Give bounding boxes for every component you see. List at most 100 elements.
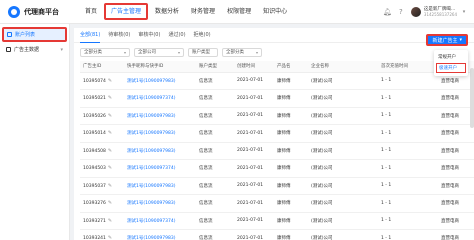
- account-type-select[interactable]: 账户类型: [188, 47, 218, 57]
- col-header[interactable]: 快手昵称与快手ID: [124, 61, 196, 73]
- edit-icon[interactable]: ✎: [108, 235, 112, 240]
- nav-advertiser-management[interactable]: 广告主管理: [104, 3, 149, 20]
- cell-text[interactable]: 测试1号(1090097983): [127, 79, 176, 84]
- cell-name[interactable]: 测试1号(1090097374): [124, 89, 196, 108]
- cell-text: 康师傅: [277, 201, 291, 207]
- cell-product: 康师傅: [274, 159, 308, 178]
- cell-recharge: 1 - 1: [378, 72, 438, 90]
- cell-name[interactable]: 测试1号(1090097983): [124, 177, 196, 195]
- app-logo[interactable]: 代理商平台: [0, 5, 80, 18]
- cell-name[interactable]: 测试1号(1090097983): [124, 142, 196, 160]
- cell-text[interactable]: 测试1号(1090097983): [127, 184, 176, 189]
- nav-permissions[interactable]: 权限管理: [222, 0, 256, 24]
- nav-finance[interactable]: 财务管理: [186, 0, 220, 24]
- vertical-scrollbar[interactable]: [470, 68, 474, 128]
- nav-home[interactable]: 首页: [80, 0, 102, 24]
- cell-text: 2021-07-01: [237, 130, 264, 136]
- table-row[interactable]: 10395037 ✎ 测试1号(1090097983) 信息流 2021-07-01 康师…: [80, 177, 474, 195]
- new-advertiser-button[interactable]: 新建广告主 ▾: [426, 34, 468, 46]
- edit-icon[interactable]: ✎: [108, 218, 112, 224]
- cell-industry: 直营电商: [438, 212, 474, 230]
- sidebar-item-advertiser-data[interactable]: 广告主数据 ▾: [0, 42, 69, 57]
- tab-approved[interactable]: 通过(0): [168, 28, 185, 43]
- cell-text[interactable]: 测试1号(1090097983): [127, 149, 176, 154]
- cell-date: 2021-07-01: [234, 72, 274, 90]
- tab-reviewing[interactable]: 审核中(0): [138, 28, 160, 43]
- cell-text: 2021-07-01: [237, 165, 264, 171]
- col-header[interactable]: 企业名称: [308, 61, 378, 73]
- cell-text[interactable]: 测试1号(1090097374): [127, 219, 176, 224]
- edit-icon[interactable]: ✎: [108, 113, 112, 119]
- cell-text: 1 - 1: [381, 130, 392, 136]
- cell-type: 信息流: [196, 159, 234, 178]
- user-menu[interactable]: 这是新厂牌喝... 3142558137264 ▾: [410, 7, 468, 17]
- table-row[interactable]: 10395021 ✎ 测试1号(1090097374) 信息流 2021-07-01 康师…: [80, 89, 474, 108]
- cell-text: (测试)公司: [311, 96, 333, 102]
- cell-text: (测试)公司: [311, 218, 333, 224]
- nav-knowledge-center[interactable]: 知识中心: [258, 0, 292, 24]
- cell-text[interactable]: 测试1号(1090097374): [127, 166, 176, 171]
- cell-name[interactable]: 测试1号(1090097983): [124, 72, 196, 90]
- table-row[interactable]: 10393276 ✎ 测试1号(1090097983) 信息流 2021-07-01 康师…: [80, 194, 474, 213]
- edit-icon[interactable]: ✎: [108, 148, 112, 154]
- bell-icon[interactable]: 🔔︎: [383, 8, 392, 16]
- table-row[interactable]: 10395074 ✎ 测试1号(1090097983) 信息流 2021-07-01 康师…: [80, 72, 474, 90]
- col-header[interactable]: 产品名: [274, 61, 308, 73]
- cell-product: 康师傅: [274, 177, 308, 195]
- col-header[interactable]: 首次充值时间: [378, 61, 438, 73]
- table-row[interactable]: 10393241 ✎ 测试1号(1090097983) 信息流 2021-07-01 康师…: [80, 229, 474, 240]
- tab-rejected[interactable]: 拒绝(0): [194, 28, 211, 43]
- cell-text[interactable]: 测试1号(1090097983): [127, 114, 176, 119]
- cell-product: 康师傅: [274, 229, 308, 240]
- col-header[interactable]: 广告主ID: [80, 61, 124, 73]
- cell-text: 康师傅: [277, 236, 291, 240]
- edit-icon[interactable]: ✎: [108, 95, 112, 101]
- cell-text[interactable]: 测试1号(1090097983): [127, 131, 176, 136]
- edit-icon[interactable]: ✎: [108, 183, 112, 189]
- table-row[interactable]: 10395026 ✎ 测试1号(1090097983) 信息流 2021-07-01 康师…: [80, 107, 474, 125]
- cell-industry: 直营电商: [438, 177, 474, 195]
- cell-id: 10395021 ✎: [80, 89, 124, 108]
- cell-text: 10395026: [83, 113, 106, 119]
- table-row[interactable]: 10394508 ✎ 测试1号(1090097983) 信息流 2021-07-01 康师…: [80, 142, 474, 160]
- tab-all[interactable]: 全部(81): [80, 28, 101, 43]
- col-header[interactable]: 账户类型: [196, 61, 234, 73]
- edit-icon[interactable]: ✎: [108, 78, 112, 84]
- edit-icon[interactable]: ✎: [108, 165, 112, 171]
- cell-text: 信息流: [199, 201, 213, 207]
- cell-name[interactable]: 测试1号(1090097983): [124, 229, 196, 240]
- cell-text[interactable]: 测试1号(1090097374): [127, 96, 176, 101]
- nav-data-analysis[interactable]: 数据分析: [150, 0, 184, 24]
- cell-name[interactable]: 测试1号(1090097983): [124, 124, 196, 143]
- cell-text: 康师傅: [277, 131, 291, 137]
- cell-name[interactable]: 测试1号(1090097983): [124, 107, 196, 125]
- company-select[interactable]: 全部公司 ▾: [134, 47, 184, 57]
- edit-icon[interactable]: ✎: [108, 130, 112, 136]
- cell-name[interactable]: 测试1号(1090097374): [124, 159, 196, 178]
- cell-name[interactable]: 测试1号(1090097374): [124, 212, 196, 230]
- cell-id: 10394503 ✎: [80, 159, 124, 178]
- menu-item-regular-open[interactable]: 常规开户: [434, 52, 468, 62]
- category-select[interactable]: 全部分类 ▾: [80, 47, 130, 57]
- cell-recharge: 1 - 1: [378, 212, 438, 230]
- cell-text: 康师傅: [277, 148, 291, 154]
- table-row[interactable]: 10395014 ✎ 测试1号(1090097983) 信息流 2021-07-01 康师…: [80, 124, 474, 143]
- tab-pending[interactable]: 待审核(0): [108, 28, 130, 43]
- cell-text[interactable]: 测试1号(1090097983): [127, 236, 176, 240]
- cell-name[interactable]: 测试1号(1090097983): [124, 194, 196, 213]
- second-category-select[interactable]: 全部分类 ▾: [222, 47, 262, 57]
- edit-icon[interactable]: ✎: [108, 200, 112, 206]
- table-row[interactable]: 10393271 ✎ 测试1号(1090097374) 信息流 2021-07-01 康师…: [80, 212, 474, 230]
- cell-industry: 直营电商: [438, 229, 474, 240]
- menu-item-fast-open[interactable]: 极速开户: [436, 63, 466, 73]
- cell-text[interactable]: 测试1号(1090097983): [127, 201, 176, 206]
- cell-text: 10394508: [83, 148, 106, 154]
- col-header[interactable]: 创建时间: [234, 61, 274, 73]
- table-row[interactable]: 10394503 ✎ 测试1号(1090097374) 信息流 2021-07-01 康师…: [80, 159, 474, 178]
- cell-text: 直营电商: [441, 78, 459, 84]
- cell-text: 信息流: [199, 183, 213, 189]
- cell-id: 10395026 ✎: [80, 107, 124, 125]
- help-icon[interactable]: ?: [397, 8, 405, 16]
- sidebar-item-account-list[interactable]: 账户列表: [2, 27, 67, 42]
- cell-text: 2021-07-01: [237, 235, 264, 240]
